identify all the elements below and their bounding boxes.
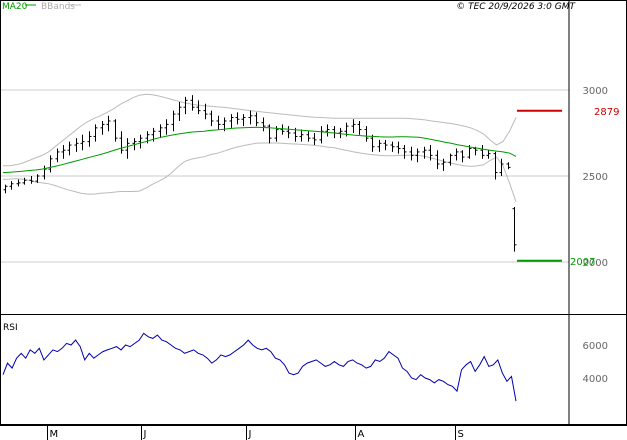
ohlc-bar — [80, 134, 85, 151]
ma20-line — [2, 126, 517, 174]
ohlc-bar — [267, 124, 272, 144]
month-label: S — [458, 429, 464, 440]
ohlc-bar — [306, 131, 311, 142]
ohlc-bar — [48, 155, 53, 173]
month-label: A — [358, 429, 365, 440]
ohlc-bar — [286, 126, 291, 139]
rsi-tick-label: 6000 — [583, 341, 608, 352]
ohlc-bar — [241, 114, 246, 127]
rsi-title: RSI — [3, 323, 18, 333]
ohlc-bar — [42, 165, 47, 180]
ohlc-bar — [164, 119, 169, 135]
ohlc-bar — [177, 102, 182, 121]
ohlc-bar — [325, 124, 330, 137]
ohlc-bar — [216, 115, 221, 130]
ohlc-bar — [100, 120, 105, 135]
rsi-panel: RSI 6000 4000 — [2, 323, 608, 402]
ohlc-bar — [351, 119, 356, 133]
ohlc-bar — [125, 138, 130, 159]
ohlc-bar — [158, 124, 163, 139]
ohlc-bar — [280, 124, 285, 135]
ohlc-bar — [16, 179, 21, 187]
ohlc-bar — [248, 110, 253, 125]
ohlc-bar — [3, 184, 8, 194]
ohlc-bar — [486, 150, 491, 159]
ohlc-bar — [119, 131, 124, 154]
ohlc-bar — [183, 96, 188, 115]
copyright-label: © TEC 20/9/2026 3:0 GMT — [456, 2, 576, 12]
ohlc-bar — [480, 145, 485, 159]
ohlc-bar — [67, 141, 72, 156]
ohlc-bar — [338, 127, 343, 139]
resistance-label: 2879 — [594, 107, 619, 118]
ohlc-bar — [113, 119, 118, 142]
ohlc-bar — [377, 139, 382, 152]
ohlc-bar — [235, 112, 240, 125]
price-panel: 30002500200028792007 — [0, 86, 619, 269]
ohlc-bar — [261, 117, 266, 132]
ohlc-bar — [319, 126, 324, 144]
ohlc-bar — [493, 151, 498, 180]
ohlc-bar — [138, 134, 143, 149]
ma20-legend-label: MA20 — [2, 2, 28, 12]
ohlc-bar — [196, 100, 201, 115]
ohlc-bar — [9, 181, 14, 190]
ohlc-bar — [106, 115, 111, 132]
bollinger-lower-line — [2, 142, 517, 202]
rsi-line — [2, 332, 517, 402]
price-tick-label: 3000 — [583, 86, 608, 97]
ohlc-bar — [370, 134, 375, 152]
overlay: MA20 BBands © TEC 20/9/2026 3:0 GMT M J J A S — [2, 2, 577, 440]
ohlc-bar — [396, 141, 401, 154]
ohlc-bar — [254, 112, 259, 127]
chart-canvas: 30002500200028792007 RSI60004000 MA20 BBa… — [0, 0, 627, 440]
ohlc-bar — [357, 120, 362, 135]
ohlc-bar — [512, 206, 517, 252]
ohlc-bar — [506, 162, 511, 170]
ohlc-bar — [390, 141, 395, 152]
rsi-tick-label: 4000 — [583, 374, 608, 385]
month-label: J — [248, 429, 252, 440]
ohlc-bar — [460, 150, 465, 163]
month-label: M — [50, 429, 59, 440]
month-label: J — [143, 429, 147, 440]
ohlc-bar — [93, 124, 98, 142]
ohlc-bar — [74, 138, 79, 152]
bbands-legend-label: BBands — [41, 2, 75, 12]
ohlc-bar — [87, 131, 92, 147]
price-tick-label: 2500 — [583, 172, 608, 183]
ohlc-bar — [171, 110, 176, 132]
bollinger-upper-line — [3, 93, 517, 167]
ohlc-bar — [299, 129, 304, 142]
ohlc-bar — [383, 139, 388, 151]
ohlc-bar — [448, 153, 453, 166]
ohlc-bar — [409, 146, 414, 161]
ohlc-bar — [332, 126, 337, 139]
ohlc-bar — [364, 126, 369, 142]
ohlc-bar — [209, 110, 214, 127]
ohlc-bar — [29, 176, 34, 184]
ohlc-bar — [61, 145, 66, 159]
ohlc-bar — [454, 148, 459, 161]
ohlc-bar — [55, 148, 60, 163]
ohlc-bar — [229, 114, 234, 128]
ohlc-bar — [402, 145, 407, 159]
support-label: 2007 — [570, 257, 595, 268]
ohlc-bar — [190, 95, 195, 111]
ohlc-bar — [312, 133, 317, 146]
